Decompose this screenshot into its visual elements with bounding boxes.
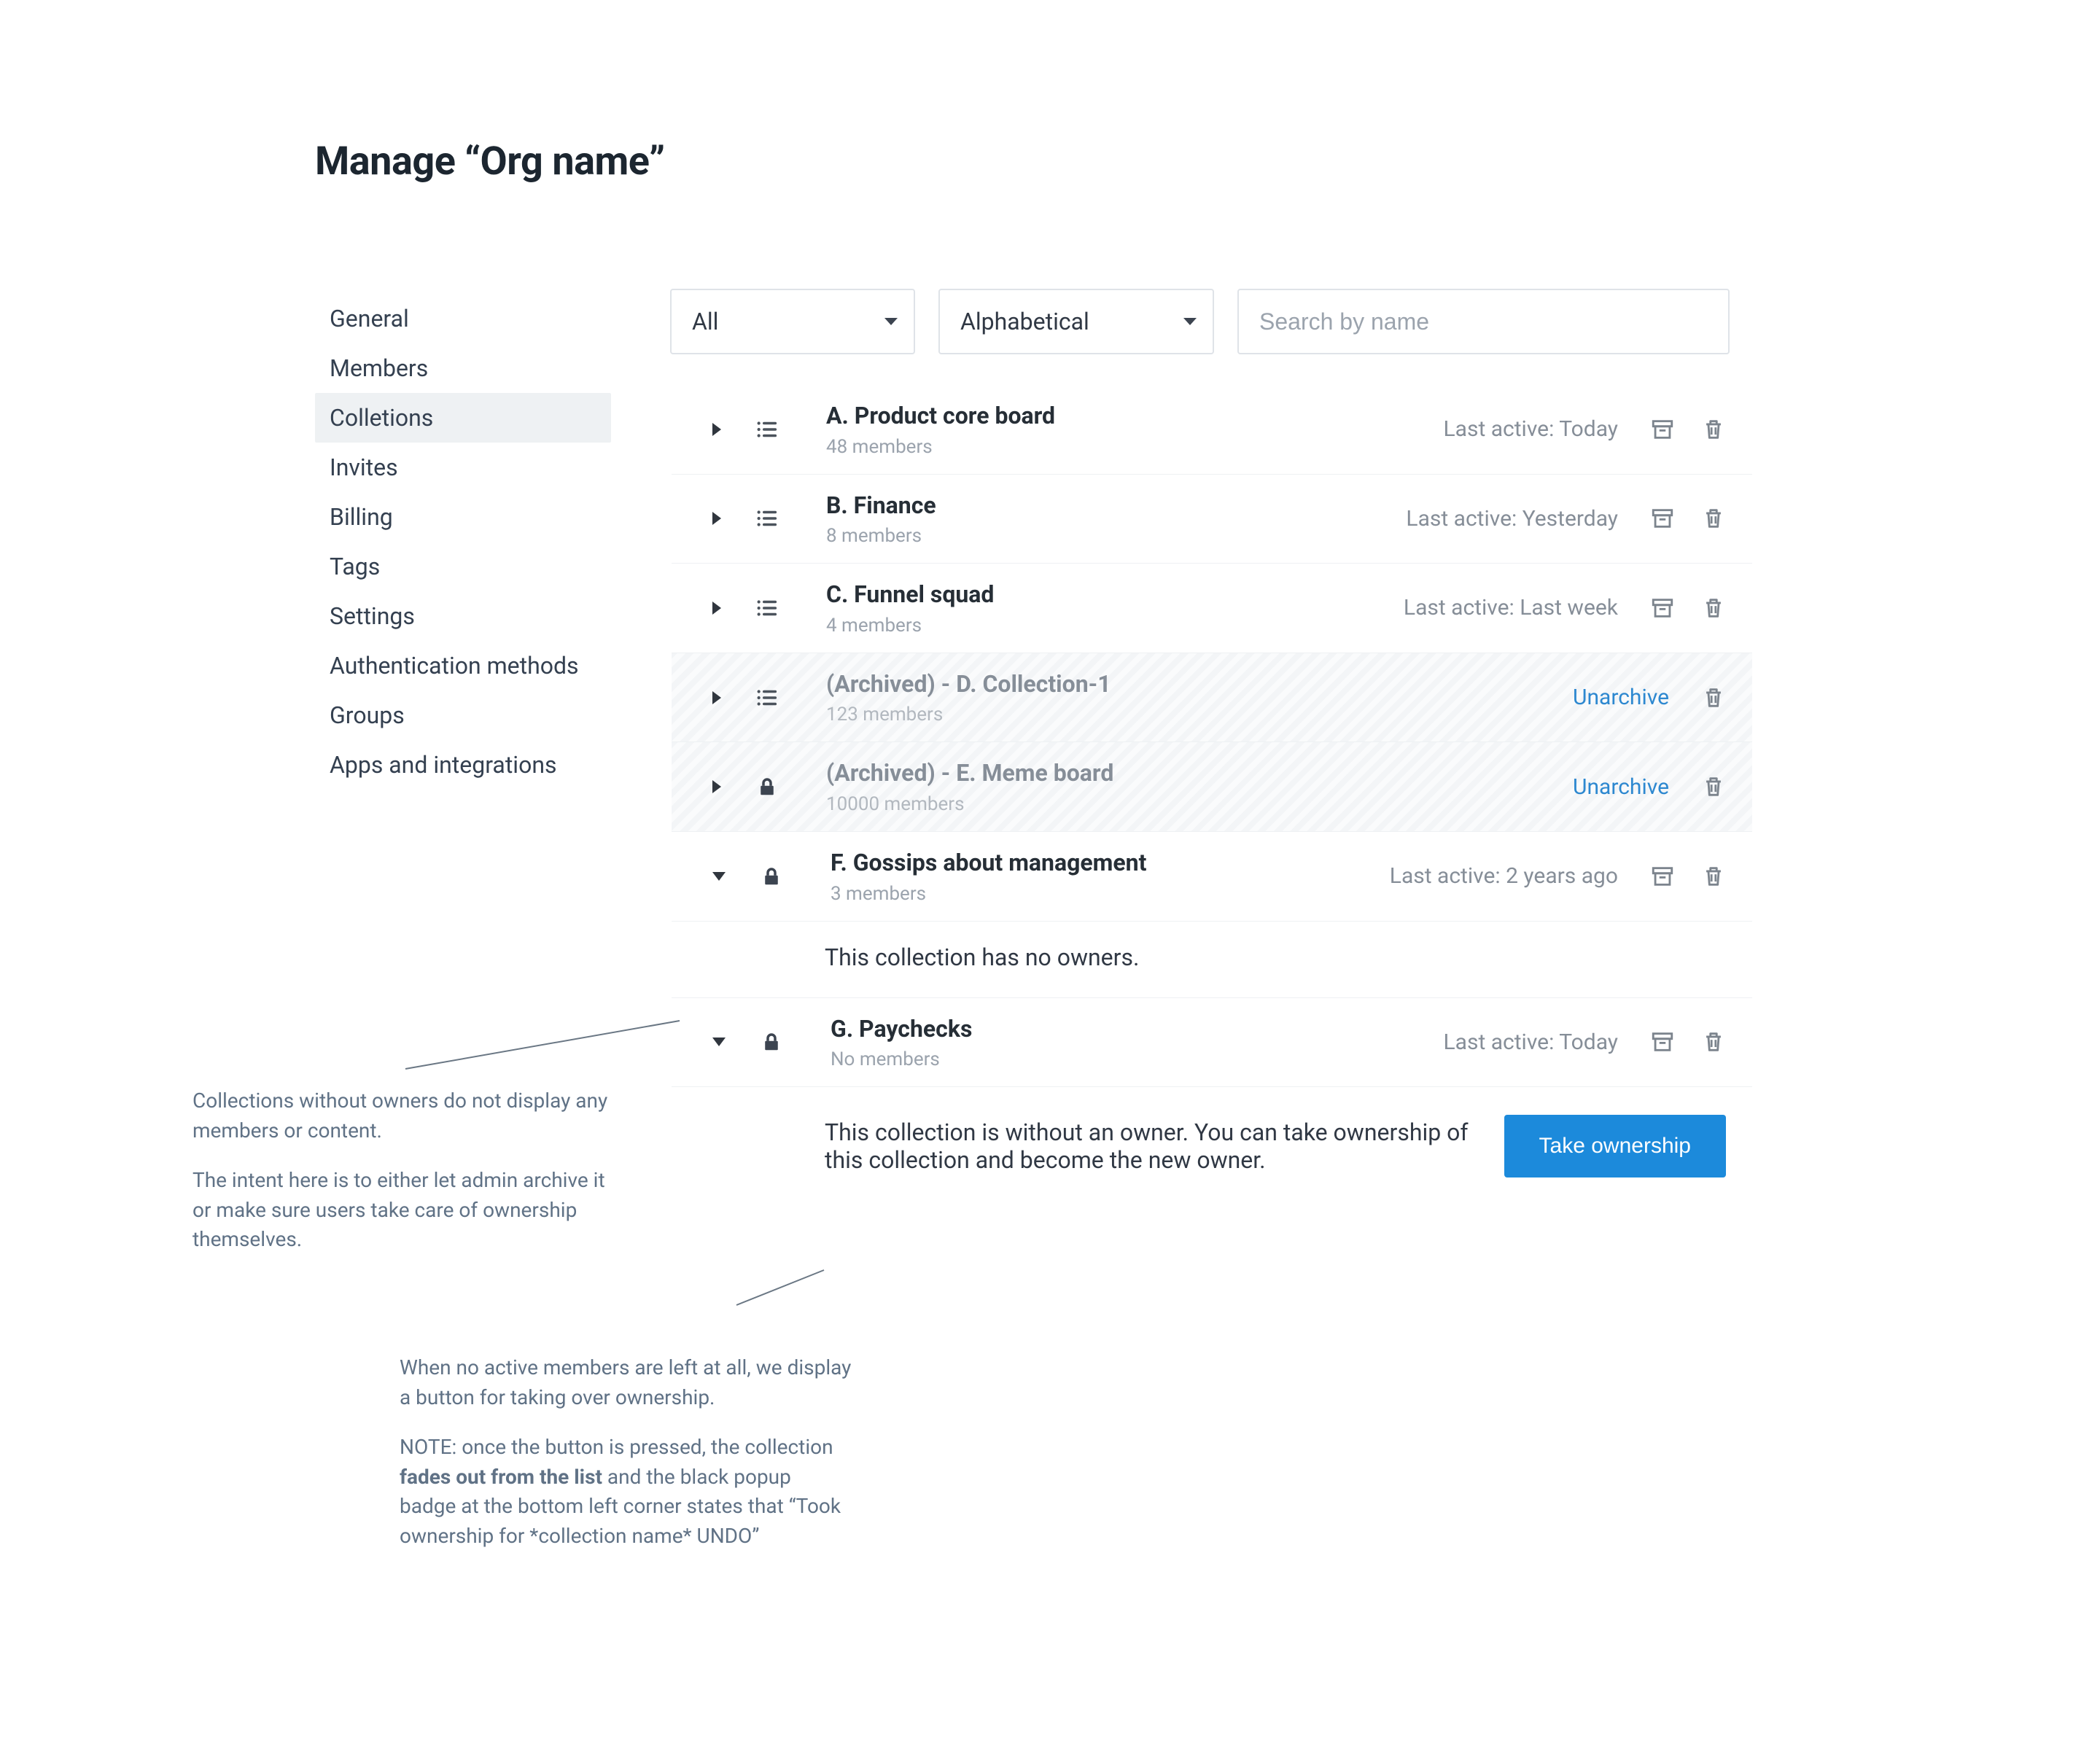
ownership-message: This collection is without an owner. You… [825,1118,1475,1174]
filter-row: All Alphabetical [670,289,1730,354]
lock-icon [755,774,779,799]
annotation-note: Collections without owners do not displa… [192,1086,623,1255]
collections-list: A. Product core board 48 members Last ac… [672,385,1752,1208]
annotation-note: When no active members are left at all, … [400,1353,852,1552]
collection-title: G. Paychecks [831,1014,1444,1045]
delete-button[interactable] [1701,596,1726,620]
delete-button[interactable] [1701,417,1726,442]
collection-title: B. Finance [826,491,1406,521]
table-row: B. Finance 8 members Last active: Yester… [672,475,1752,564]
sidebar-item-groups[interactable]: Groups [315,690,611,740]
list-icon [755,506,779,531]
archive-button[interactable] [1650,417,1675,442]
filter-sort-value: Alphabetical [960,308,1089,335]
sidebar-item-billing[interactable]: Billing [315,492,611,542]
table-row: (Archived) - E. Meme board 10000 members… [672,742,1752,832]
table-row: (Archived) - D. Collection-1 123 members… [672,653,1752,743]
sidebar-item-tags[interactable]: Tags [315,542,611,591]
expand-toggle[interactable] [712,780,721,793]
sidebar-item-members[interactable]: Members [315,343,611,393]
archive-button[interactable] [1650,1029,1675,1054]
expand-toggle[interactable] [712,602,721,615]
expand-toggle[interactable] [712,691,721,704]
table-row: G. Paychecks No members Last active: Tod… [672,998,1752,1088]
expanded-content: This collection has no owners. [672,922,1752,998]
sidebar: General Members Colletions Invites Billi… [315,294,611,790]
expanded-content: This collection is without an owner. You… [672,1087,1752,1208]
unarchive-link[interactable]: Unarchive [1573,774,1669,800]
unarchive-link[interactable]: Unarchive [1573,685,1669,710]
delete-button[interactable] [1701,864,1726,889]
archive-button[interactable] [1650,506,1675,531]
lock-icon [759,1029,784,1054]
sidebar-item-collections[interactable]: Colletions [315,393,611,443]
collection-members: No members [831,1048,1444,1070]
collection-members: 3 members [831,883,1390,905]
collection-title: (Archived) - D. Collection-1 [826,669,1573,700]
annotation-text: NOTE: once the button is pressed, the co… [400,1433,852,1551]
table-row: C. Funnel squad 4 members Last active: L… [672,564,1752,653]
collection-title: A. Product core board [826,401,1444,432]
filter-scope-select[interactable]: All [670,289,915,354]
annotation-text-bold: fades out from the list [400,1465,602,1489]
list-icon [755,685,779,710]
list-icon [755,596,779,620]
collection-members: 123 members [826,704,1573,725]
delete-button[interactable] [1701,685,1726,710]
sidebar-item-apps[interactable]: Apps and integrations [315,740,611,790]
annotation-text: When no active members are left at all, … [400,1353,852,1412]
table-row: F. Gossips about management 3 members La… [672,832,1752,922]
collection-title: C. Funnel squad [826,580,1404,610]
list-icon [755,417,779,442]
annotation-text: Collections without owners do not displa… [192,1086,623,1145]
filter-sort-select[interactable]: Alphabetical [938,289,1214,354]
delete-button[interactable] [1701,1029,1726,1054]
search-input[interactable] [1237,289,1730,354]
last-active: Last active: Yesterday [1406,506,1618,532]
table-row: A. Product core board 48 members Last ac… [672,385,1752,475]
lock-icon [759,864,784,889]
archive-button[interactable] [1650,596,1675,620]
sidebar-item-settings[interactable]: Settings [315,591,611,641]
annotation-text-part: NOTE: once the button is pressed, the co… [400,1435,833,1459]
chevron-down-icon [1183,318,1197,325]
last-active: Last active: Today [1444,416,1619,442]
annotation-line [736,1270,824,1305]
chevron-down-icon [884,318,898,325]
sidebar-item-auth-methods[interactable]: Authentication methods [315,641,611,690]
expand-toggle[interactable] [712,1038,726,1046]
page-title: Manage “Org name” [315,139,665,184]
collection-members: 10000 members [826,793,1573,815]
no-owners-message: This collection has no owners. [825,943,1726,971]
take-ownership-button[interactable]: Take ownership [1504,1115,1726,1177]
expand-toggle[interactable] [712,872,726,881]
filter-scope-value: All [692,308,718,335]
collection-members: 4 members [826,615,1404,637]
annotation-line [405,1021,680,1069]
archive-button[interactable] [1650,864,1675,889]
last-active: Last active: 2 years ago [1390,863,1618,889]
collection-members: 8 members [826,525,1406,547]
sidebar-item-general[interactable]: General [315,294,611,343]
delete-button[interactable] [1701,774,1726,799]
delete-button[interactable] [1701,506,1726,531]
annotation-text: The intent here is to either let admin a… [192,1166,623,1255]
last-active: Last active: Last week [1404,595,1618,620]
sidebar-item-invites[interactable]: Invites [315,443,611,492]
expand-toggle[interactable] [712,423,721,436]
collection-title: (Archived) - E. Meme board [826,758,1573,789]
collection-members: 48 members [826,436,1444,458]
expand-toggle[interactable] [712,512,721,525]
collection-title: F. Gossips about management [831,848,1390,879]
last-active: Last active: Today [1444,1029,1619,1055]
